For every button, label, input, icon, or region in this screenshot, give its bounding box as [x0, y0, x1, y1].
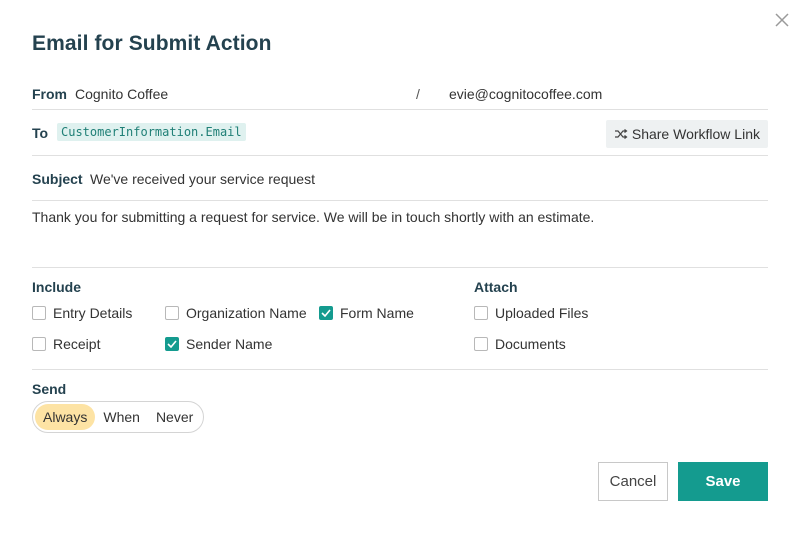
checkbox-box	[32, 337, 46, 351]
from-separator: /	[416, 86, 420, 102]
divider	[32, 109, 768, 110]
from-row: From Cognito Coffee / evie@cognitocoffee…	[32, 84, 768, 104]
close-icon[interactable]	[772, 10, 792, 30]
attach-label: Attach	[474, 279, 518, 295]
include-receipt-checkbox[interactable]: Receipt	[32, 336, 100, 352]
include-organization-name-checkbox[interactable]: Organization Name	[165, 305, 307, 321]
attach-uploaded-files-checkbox[interactable]: Uploaded Files	[474, 305, 588, 321]
from-label: From	[32, 86, 67, 102]
to-field-token[interactable]: CustomerInformation.Email	[57, 123, 246, 141]
divider	[32, 200, 768, 201]
include-entry-details-checkbox[interactable]: Entry Details	[32, 305, 132, 321]
checkmark-icon	[167, 340, 177, 348]
to-row: To CustomerInformation.Email Share Workf…	[32, 120, 768, 148]
dialog-title: Email for Submit Action	[32, 32, 272, 55]
send-label: Send	[32, 381, 67, 397]
checkbox-label: Entry Details	[53, 305, 133, 321]
include-sender-name-checkbox[interactable]: Sender Name	[165, 336, 272, 352]
share-button-label: Share Workflow Link	[631, 126, 760, 142]
checkbox-box	[319, 306, 333, 320]
cancel-button[interactable]: Cancel	[598, 462, 668, 501]
checkbox-box	[165, 337, 179, 351]
checkbox-label: Form Name	[340, 305, 414, 321]
to-label: To	[32, 125, 49, 141]
message-body-editor[interactable]: Thank you for submitting a request for s…	[32, 209, 768, 229]
attach-documents-checkbox[interactable]: Documents	[474, 336, 566, 352]
send-option-when[interactable]: When	[95, 404, 148, 430]
send-segmented-control: Always When Never	[32, 401, 204, 433]
checkbox-box	[474, 337, 488, 351]
checkbox-label: Documents	[495, 336, 566, 352]
checkbox-box	[165, 306, 179, 320]
include-label: Include	[32, 279, 82, 295]
checkbox-label: Organization Name	[186, 305, 307, 321]
checkbox-label: Uploaded Files	[495, 305, 589, 321]
include-form-name-checkbox[interactable]: Form Name	[319, 305, 414, 321]
from-name-field[interactable]: Cognito Coffee	[75, 86, 168, 102]
send-option-never[interactable]: Never	[148, 404, 201, 430]
checkbox-box	[32, 306, 46, 320]
shuffle-icon	[614, 129, 628, 139]
share-workflow-link-button[interactable]: Share Workflow Link	[605, 120, 768, 148]
send-option-always[interactable]: Always	[35, 404, 96, 430]
subject-field[interactable]: We've received your service request	[90, 171, 315, 187]
email-dialog: Email for Submit Action From Cognito Cof…	[0, 0, 799, 533]
from-email-field[interactable]: evie@cognitocoffee.com	[449, 86, 602, 102]
subject-row: Subject We've received your service requ…	[32, 170, 768, 190]
divider	[32, 369, 768, 370]
checkmark-icon	[321, 309, 331, 317]
checkbox-label: Receipt	[53, 336, 101, 352]
subject-label: Subject	[32, 171, 83, 187]
divider	[32, 155, 768, 156]
save-button[interactable]: Save	[678, 462, 768, 501]
divider	[32, 267, 768, 268]
checkbox-label: Sender Name	[186, 336, 273, 352]
checkbox-box	[474, 306, 488, 320]
